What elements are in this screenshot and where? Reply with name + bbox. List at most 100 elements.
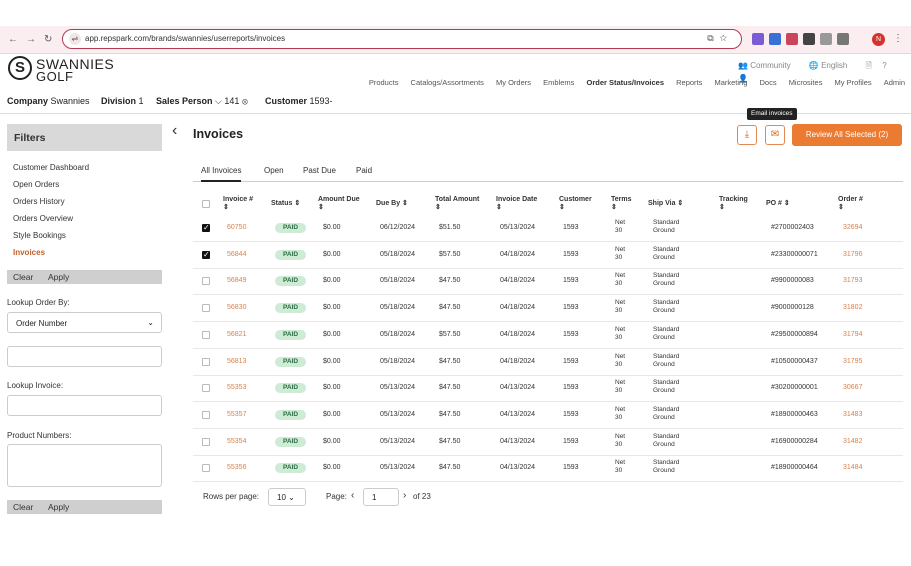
row-checkbox[interactable] [202,330,210,339]
table-row[interactable]: 55356 $0.00 05/13/2024 $47.50 04/13/2024 1593… [193,455,903,483]
logo-mark[interactable]: S [8,56,32,80]
review-selected-button[interactable]: Review All Selected (2) [792,124,902,146]
row-checkbox[interactable] [202,437,210,446]
sidebar-item-orders-overview[interactable]: Orders Overview [13,214,73,223]
order-link[interactable]: 31802 [843,304,862,311]
nav-my-orders[interactable]: My Orders [496,78,531,87]
tab-all-invoices[interactable]: All Invoices [201,166,242,182]
sidebar-item-style-bookings[interactable]: Style Bookings [13,231,66,240]
tab-open[interactable]: Open [264,166,284,175]
sidebar-item-orders-history[interactable]: Orders History [13,197,65,206]
invoice-link[interactable]: 55353 [227,384,246,391]
clear-x-icon[interactable]: ⊗ [242,96,248,106]
column-header-status[interactable]: Status ⇕ [271,200,300,208]
invoice-link[interactable]: 56844 [227,251,246,258]
back-icon[interactable]: ← [8,34,18,45]
more-menu-icon[interactable]: ⋮ [893,33,903,44]
row-checkbox[interactable] [202,250,210,259]
sales-person-selector[interactable]: Sales Person ⌵ 141 ⊗ [156,96,248,107]
logo-subtext[interactable]: GOLF [36,69,73,84]
bookmark-star-icon[interactable]: ⧉☆ [707,33,733,44]
extension-icon[interactable] [803,33,815,45]
order-link[interactable]: 31482 [843,438,862,445]
extension-icons[interactable] [752,33,854,45]
nav-products[interactable]: Products [369,78,399,87]
nav-microsites[interactable]: Microsites [789,78,823,87]
table-row[interactable]: 55357 $0.00 05/13/2024 $47.50 04/13/2024 1593… [193,402,903,429]
nav-my-profiles[interactable]: My Profiles [835,78,872,87]
site-info-icon[interactable]: ⇌ [69,33,81,45]
column-header-invoice[interactable]: Invoice # ⇕ [223,196,253,212]
nav-reports[interactable]: Reports [676,78,702,87]
tab-paid[interactable]: Paid [356,166,372,175]
order-link[interactable]: 31795 [843,358,862,365]
language-link[interactable]: 🌐 English [809,61,855,70]
column-header-tracking[interactable]: Tracking ⇕ [719,196,748,212]
order-link[interactable]: 31794 [843,331,862,338]
clear-button[interactable]: Clear [13,272,33,282]
order-link[interactable]: 31483 [843,411,862,418]
rows-per-page-select[interactable]: 10 ⌄ [268,488,306,506]
table-row[interactable]: 56830 $0.00 05/18/2024 $47.50 04/18/2024 1593… [193,295,903,323]
invoice-link[interactable]: 56830 [227,304,246,311]
apply-button[interactable]: Apply [48,272,69,282]
customer-selector[interactable]: Customer 1593- [265,96,333,106]
column-header-ship-via[interactable]: Ship Via ⇕ [648,200,683,208]
document-icon[interactable]: 🗎 [866,61,872,70]
order-link[interactable]: 31796 [843,251,862,258]
extension-icon[interactable] [820,33,832,45]
order-link[interactable]: 32694 [843,224,862,231]
nav-emblems[interactable]: Emblems [543,78,574,87]
column-header-po[interactable]: PO # ⇕ [766,200,790,208]
nav-catalogs[interactable]: Catalogs/Assortments [411,78,484,87]
chevron-right-icon[interactable]: › [403,490,406,501]
row-checkbox[interactable] [202,464,210,473]
page-number-input[interactable]: 1 [363,488,399,506]
column-header-terms[interactable]: Terms ⇕ [611,196,632,212]
help-icon[interactable]: ? [882,61,886,70]
back-chevron-icon[interactable]: ‹ [172,122,177,140]
row-checkbox[interactable] [202,277,210,286]
row-checkbox[interactable] [202,357,210,366]
sidebar-item-invoices[interactable]: Invoices [13,248,45,257]
email-invoices-button[interactable]: ✉ [765,125,785,145]
row-checkbox[interactable] [202,384,210,393]
table-row[interactable]: 56821 $0.00 05/18/2024 $57.50 04/18/2024 1593… [193,322,903,349]
row-checkbox[interactable] [202,304,210,313]
table-row[interactable]: 56844 $0.00 05/18/2024 $57.50 04/18/2024 1593… [193,242,903,269]
reload-icon[interactable]: ↻ [44,34,52,45]
select-all-checkbox[interactable] [202,200,210,208]
download-button[interactable]: ⤓ [737,125,757,145]
row-checkbox[interactable] [202,223,210,232]
chevron-left-icon[interactable]: ‹ [351,490,354,501]
nav-marketing[interactable]: Marketing [714,78,747,87]
invoice-link[interactable]: 55356 [227,464,246,471]
download-icon[interactable] [837,33,849,45]
company-selector[interactable]: Company Swannies [7,96,90,106]
table-row[interactable]: 56849 $0.00 05/18/2024 $47.50 04/18/2024 1593… [193,268,903,296]
extension-icon[interactable] [769,33,781,45]
community-link[interactable]: 👥 Community [738,61,799,70]
lookup-order-input[interactable] [7,346,162,367]
division-selector[interactable]: Division 1 [101,96,144,106]
column-header-amount-due[interactable]: Amount Due ⇕ [318,196,360,212]
row-checkbox[interactable] [202,410,210,419]
table-row[interactable]: 55353 $0.00 05/13/2024 $47.50 04/13/2024 1593… [193,375,903,403]
sidebar-item-open-orders[interactable]: Open Orders [13,180,59,189]
extension-icon[interactable] [752,33,764,45]
nav-docs[interactable]: Docs [760,78,777,87]
column-header-due-by[interactable]: Due By ⇕ [376,200,408,208]
column-header-total-amount[interactable]: Total Amount ⇕ [435,196,479,212]
nav-admin[interactable]: Admin [884,78,905,87]
nav-order-status[interactable]: Order Status/Invoices [586,78,664,87]
address-bar[interactable]: ⇌ app.repspark.com/brands/swannies/userr… [62,29,742,49]
invoice-link[interactable]: 56849 [227,277,246,284]
table-row[interactable]: 55354 $0.00 05/13/2024 $47.50 04/13/2024 1593… [193,429,903,456]
invoice-link[interactable]: 55354 [227,438,246,445]
table-row[interactable]: 56813 $0.00 05/18/2024 $47.50 04/18/2024 1593… [193,349,903,376]
order-link[interactable]: 30667 [843,384,862,391]
lookup-invoice-input[interactable] [7,395,162,416]
table-row[interactable]: 60750 $0.00 06/12/2024 $51.50 05/13/2024 1593… [193,215,903,242]
clear-button[interactable]: Clear [13,502,33,512]
column-header-customer[interactable]: Customer ⇕ [559,196,592,212]
